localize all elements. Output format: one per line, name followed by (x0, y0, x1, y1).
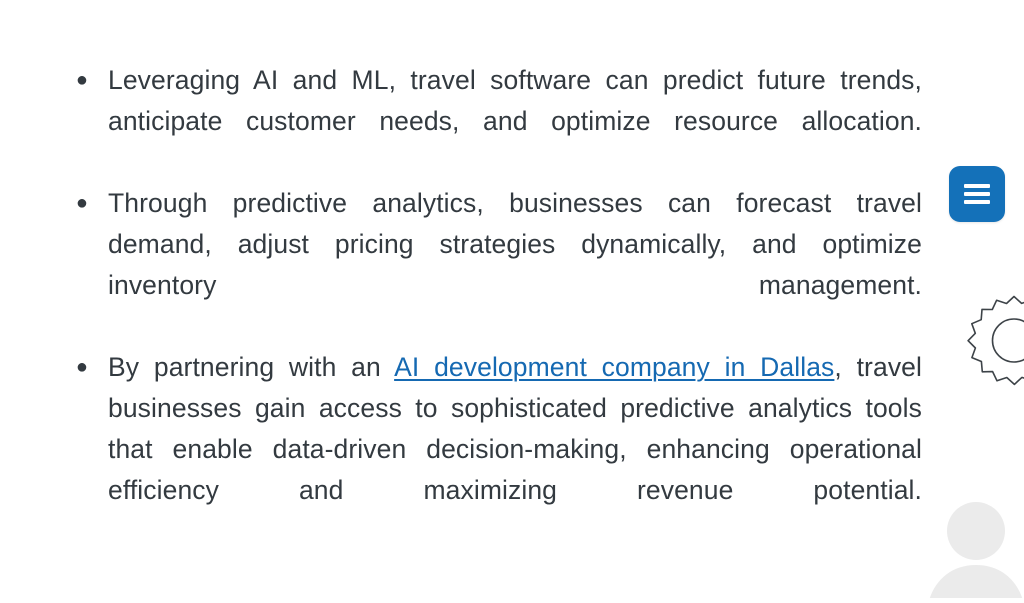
ai-development-company-link[interactable]: AI development company in Dallas (394, 352, 834, 382)
list-item-text-before-link: By partnering with an (108, 352, 394, 382)
person-silhouette-icon (922, 498, 1024, 598)
list-item-text: Leveraging AI and ML, travel software ca… (108, 60, 922, 183)
hamburger-menu-icon (964, 184, 990, 204)
list-item: ● Leveraging AI and ML, travel software … (64, 60, 922, 183)
bullet-list: ● Leveraging AI and ML, travel software … (64, 60, 922, 552)
bullet-marker: ● (75, 60, 89, 101)
list-item: ● Through predictive analytics, business… (64, 183, 922, 347)
hamburger-menu-button[interactable] (949, 166, 1005, 222)
hamburger-bar-2 (964, 192, 990, 196)
slide-canvas: ● Leveraging AI and ML, travel software … (0, 0, 1024, 576)
list-item-text: Through predictive analytics, businesses… (108, 183, 922, 347)
list-item: ● By partnering with an AI development c… (64, 347, 922, 552)
gear-icon (958, 292, 1024, 404)
bullet-marker: ● (75, 183, 89, 224)
bullet-marker: ● (75, 347, 89, 388)
list-item-text: By partnering with an AI development com… (108, 347, 922, 552)
hamburger-bar-3 (964, 200, 990, 204)
hamburger-bar-1 (964, 184, 990, 188)
